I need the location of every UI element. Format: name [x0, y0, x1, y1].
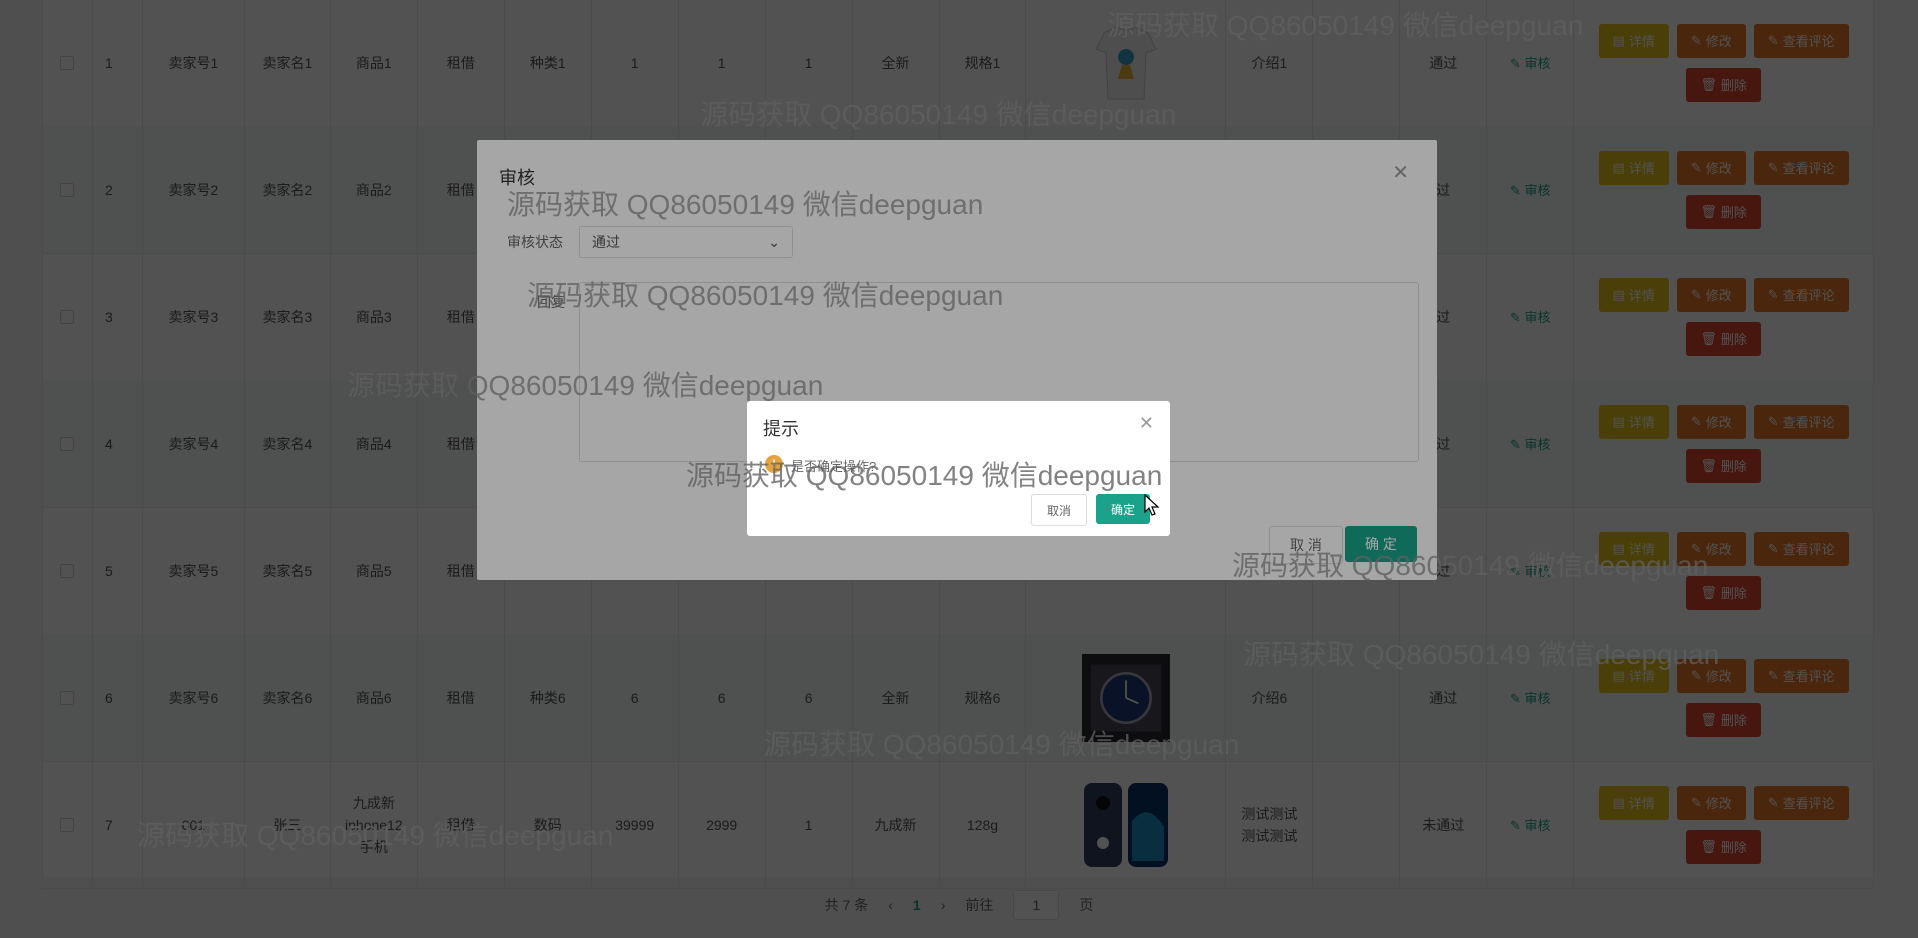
mouse-cursor-icon [1144, 494, 1160, 516]
confirm-ok-button[interactable]: 确定 [1096, 494, 1150, 524]
confirm-cancel-button[interactable]: 取消 [1031, 494, 1087, 526]
warning-icon: ! [765, 455, 783, 473]
confirm-message: 是否确定操作? [791, 459, 877, 474]
close-icon[interactable]: ✕ [1139, 413, 1154, 434]
confirm-dialog: 提示 ✕ ! 是否确定操作? 取消 确定 [747, 401, 1170, 536]
confirm-title: 提示 [763, 419, 799, 439]
